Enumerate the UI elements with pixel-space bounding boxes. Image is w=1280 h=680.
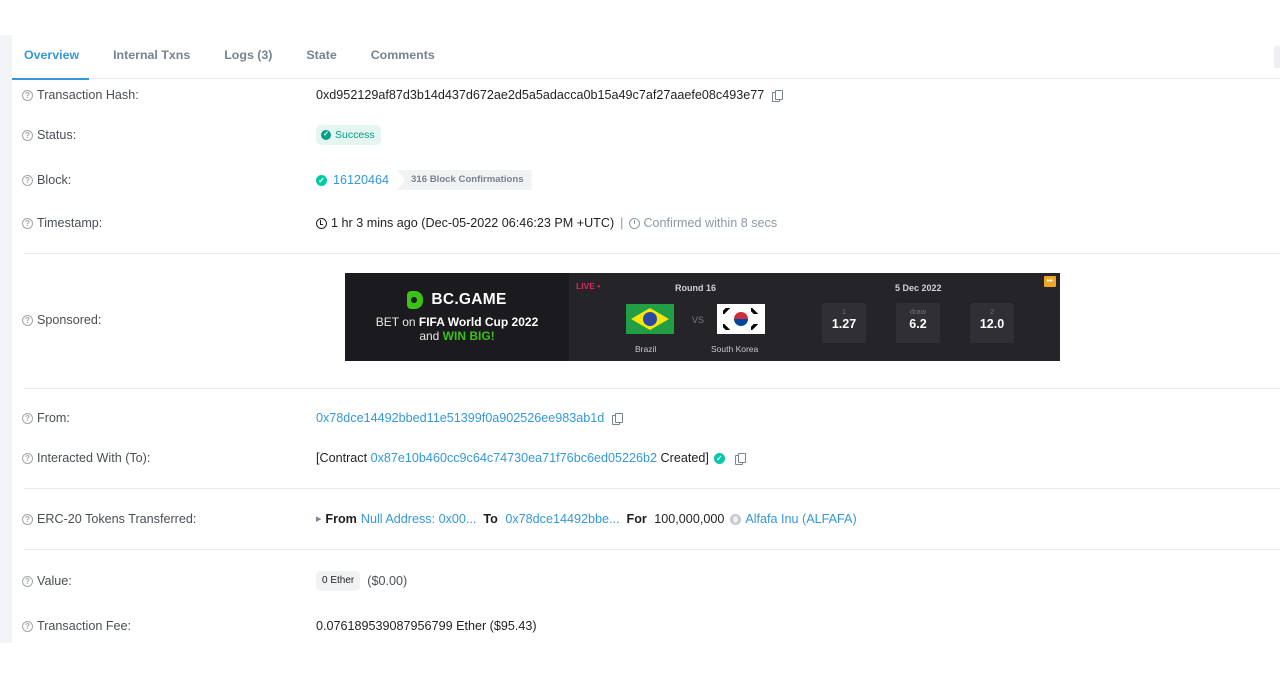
value-from: 0x78dce14492bbed11e51399f0a902526ee983ab… [316, 411, 624, 425]
divider [24, 549, 1280, 550]
label-sponsored: ? Sponsored: [22, 313, 101, 327]
odds-button-home[interactable]: 1 1.27 [822, 303, 866, 343]
help-icon[interactable]: ? [22, 620, 33, 632]
copy-icon[interactable] [612, 412, 624, 425]
left-sidebar-strip [0, 35, 12, 643]
block-number-link[interactable]: 16120464 [333, 173, 389, 187]
label-status: ? Status: [22, 128, 76, 142]
ad-date: 5 Dec 2022 [895, 283, 942, 293]
erc20-to-link[interactable]: 0x78dce14492bbe... [505, 512, 619, 526]
help-icon[interactable]: ? [22, 452, 33, 464]
token-icon [730, 513, 742, 525]
timestamp-text: 1 hr 3 mins ago (Dec-05-2022 06:46:23 PM… [331, 216, 615, 230]
row-transaction-fee: ? Transaction Fee: 0.076189539087956799 … [12, 616, 1280, 636]
odds-button-draw[interactable]: draw 6.2 [896, 303, 940, 343]
label-transaction-fee: ? Transaction Fee: [22, 619, 131, 633]
verified-check-icon: ✓ [713, 452, 725, 464]
usd-value: ($0.00) [367, 574, 408, 588]
ad-vs: VS [692, 315, 705, 325]
south-korea-flag-icon [717, 304, 765, 334]
help-icon[interactable]: ? [22, 314, 33, 326]
divider [24, 488, 1280, 489]
ad-choices-icon[interactable]: ▸▸ [1044, 276, 1056, 287]
brazil-flag-icon [626, 304, 674, 334]
from-address-link[interactable]: 0x78dce14492bbed11e51399f0a902526ee983ab… [316, 411, 604, 425]
row-from: ? From: 0x78dce14492bbed11e51399f0a90252… [12, 408, 1280, 428]
bc-game-logo-icon [407, 291, 424, 309]
label-from: ? From: [22, 411, 70, 425]
label-timestamp: ? Timestamp: [22, 216, 102, 230]
value-transaction-fee: 0.076189539087956799 Ether ($95.43) [316, 619, 537, 633]
ad-tagline-1: BET on FIFA World Cup 2022 [375, 315, 539, 329]
transaction-fee-text: 0.076189539087956799 Ether ($95.43) [316, 619, 537, 633]
label-block: ? Block: [22, 173, 71, 187]
timer-icon [629, 217, 641, 229]
value-value: 0 Ether ($0.00) [316, 571, 407, 591]
help-icon[interactable]: ? [22, 575, 33, 587]
contract-address-link[interactable]: 0x87e10b460cc9c64c74730ea71f76bc6ed05226… [371, 451, 657, 465]
row-value: ? Value: 0 Ether ($0.00) [12, 570, 1280, 592]
ad-round: Round 16 [675, 283, 717, 293]
row-erc20-transfers: ? ERC-20 Tokens Transferred: ▶ From Null… [12, 509, 1280, 529]
tab-state[interactable]: State [294, 35, 336, 79]
tab-internal-txns[interactable]: Internal Txns [101, 35, 190, 79]
help-icon[interactable]: ? [22, 513, 33, 525]
ether-value-badge: 0 Ether [316, 571, 361, 591]
ad-brand-panel: BC.GAME BET on FIFA World Cup 2022 and W… [345, 273, 569, 361]
label-interacted-with: ? Interacted With (To): [22, 451, 150, 465]
row-interacted-with: ? Interacted With (To): [Contract 0x87e1… [12, 448, 1280, 468]
odds-button-away[interactable]: 2 12.0 [970, 303, 1014, 343]
separator: | [620, 216, 624, 230]
caret-right-icon: ▶ [316, 516, 322, 523]
divider [24, 253, 1280, 254]
label-transaction-hash: ? Transaction Hash: [22, 88, 139, 102]
value-erc20-transfers: ▶ From Null Address: 0x00... To 0x78dce1… [316, 512, 857, 526]
token-link[interactable]: Alfafa Inu (ALFAFA) [745, 512, 856, 526]
ad-tagline-2: and WIN BIG! [419, 329, 495, 343]
help-icon[interactable]: ? [22, 412, 33, 424]
value-transaction-hash: 0xd952129af87d3b14d437d672ae2d5a5adacca0… [316, 88, 784, 102]
value-block: ✓ 16120464 316 Block Confirmations [316, 170, 532, 190]
tab-bar: Overview Internal Txns Logs (3) State Co… [12, 35, 1280, 80]
erc20-amount: 100,000,000 [654, 512, 725, 526]
value-timestamp: 1 hr 3 mins ago (Dec-05-2022 06:46:23 PM… [316, 216, 777, 230]
copy-icon[interactable] [772, 89, 784, 102]
row-transaction-hash: ? Transaction Hash: 0xd952129af87d3b14d4… [12, 85, 1280, 105]
ad-live-indicator: LIVE • [576, 281, 601, 291]
help-icon[interactable]: ? [22, 217, 33, 229]
value-interacted-with: [Contract 0x87e10b460cc9c64c74730ea71f76… [316, 451, 746, 465]
label-value: ? Value: [22, 574, 72, 588]
ad-brand: BC.GAME [407, 291, 506, 309]
copy-icon[interactable] [734, 452, 746, 465]
label-erc20-transfers: ? ERC-20 Tokens Transferred: [22, 512, 196, 526]
tab-comments[interactable]: Comments [359, 35, 435, 79]
sponsored-ad-banner[interactable]: BC.GAME BET on FIFA World Cup 2022 and W… [345, 273, 1060, 361]
ad-team-2: South Korea [711, 344, 759, 354]
tab-logs[interactable]: Logs (3) [212, 35, 272, 79]
tab-overview[interactable]: Overview [12, 35, 90, 80]
row-block: ? Block: ✓ 16120464 316 Block Confirmati… [12, 169, 1280, 191]
block-confirmations-badge: 316 Block Confirmations [397, 170, 532, 190]
help-icon[interactable]: ? [22, 89, 33, 101]
confirmed-within-text: Confirmed within 8 secs [643, 216, 778, 230]
clock-icon [316, 217, 327, 229]
transaction-hash-text: 0xd952129af87d3b14d437d672ae2d5a5adacca0… [316, 88, 765, 102]
row-status: ? Status: ✓ Success [12, 124, 1280, 146]
value-status: ✓ Success [316, 125, 381, 145]
tab-scrollbar[interactable] [1274, 46, 1280, 68]
erc20-from-link[interactable]: Null Address: 0x00... [361, 512, 477, 526]
help-icon[interactable]: ? [22, 129, 33, 141]
ad-match-panel: LIVE • Round 16 5 Dec 2022 VS Brazil Sou… [569, 273, 1060, 361]
ad-team-1: Brazil [635, 344, 657, 354]
help-icon[interactable]: ? [22, 174, 33, 186]
divider [24, 388, 1280, 389]
row-timestamp: ? Timestamp: 1 hr 3 mins ago (Dec-05-202… [12, 213, 1280, 233]
check-circle-icon: ✓ [316, 174, 327, 186]
transaction-details-card: Overview Internal Txns Logs (3) State Co… [12, 35, 1280, 643]
check-circle-icon: ✓ [321, 130, 331, 140]
status-badge: ✓ Success [316, 125, 381, 145]
